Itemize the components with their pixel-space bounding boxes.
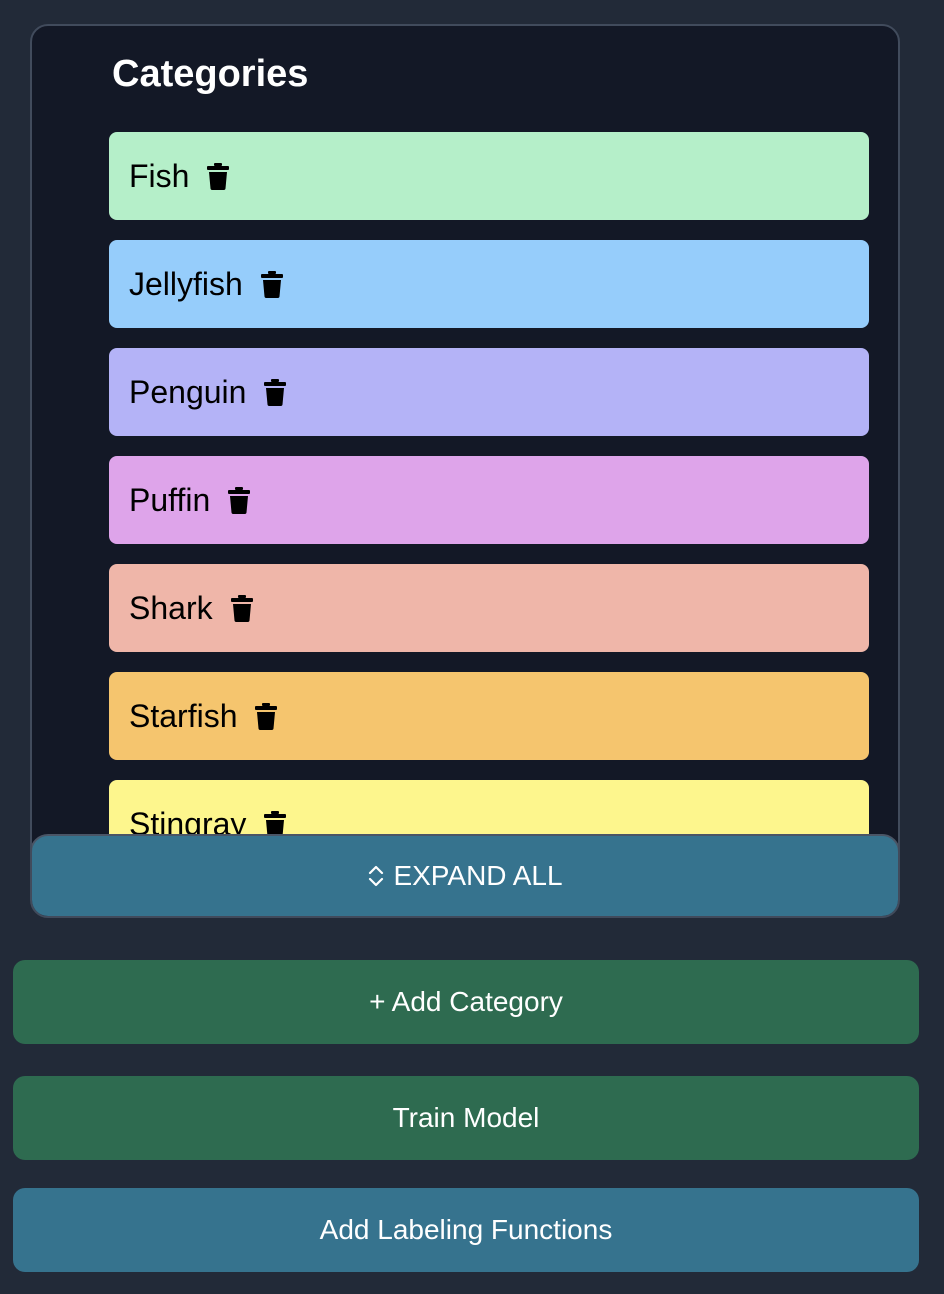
trash-icon[interactable]: [264, 810, 287, 834]
category-label: Jellyfish: [129, 266, 243, 302]
category-item-puffin[interactable]: Puffin: [109, 456, 869, 544]
category-item-shark[interactable]: Shark: [109, 564, 869, 652]
trash-icon[interactable]: [264, 378, 287, 406]
chevron-up-down-icon: [367, 862, 385, 890]
category-label: Stingray: [129, 806, 247, 834]
trash-icon[interactable]: [260, 270, 283, 298]
category-item-stingray[interactable]: Stingray: [109, 780, 869, 834]
category-label: Puffin: [129, 482, 211, 518]
panel-title: Categories: [112, 53, 309, 95]
category-item-jellyfish[interactable]: Jellyfish: [109, 240, 869, 328]
expand-all-label: EXPAND ALL: [393, 860, 563, 891]
category-item-fish[interactable]: Fish: [109, 132, 869, 220]
trash-icon[interactable]: [207, 162, 230, 190]
add-labeling-functions-button[interactable]: Add Labeling Functions: [13, 1188, 919, 1272]
categories-panel: Categories Fish Jellyfish Penguin Puffin…: [30, 24, 900, 918]
trash-icon[interactable]: [230, 594, 253, 622]
category-item-starfish[interactable]: Starfish: [109, 672, 869, 760]
page: Categories Fish Jellyfish Penguin Puffin…: [0, 0, 944, 1294]
expand-all-button[interactable]: EXPAND ALL: [32, 834, 898, 916]
category-list[interactable]: Fish Jellyfish Penguin Puffin Shark Star…: [109, 132, 869, 834]
category-label: Starfish: [129, 698, 238, 734]
add-category-button[interactable]: + Add Category: [13, 960, 919, 1044]
category-label: Shark: [129, 590, 213, 626]
category-label: Fish: [129, 158, 190, 194]
category-item-penguin[interactable]: Penguin: [109, 348, 869, 436]
category-label: Penguin: [129, 374, 247, 410]
trash-icon[interactable]: [228, 486, 251, 514]
trash-icon[interactable]: [255, 702, 278, 730]
train-model-button[interactable]: Train Model: [13, 1076, 919, 1160]
